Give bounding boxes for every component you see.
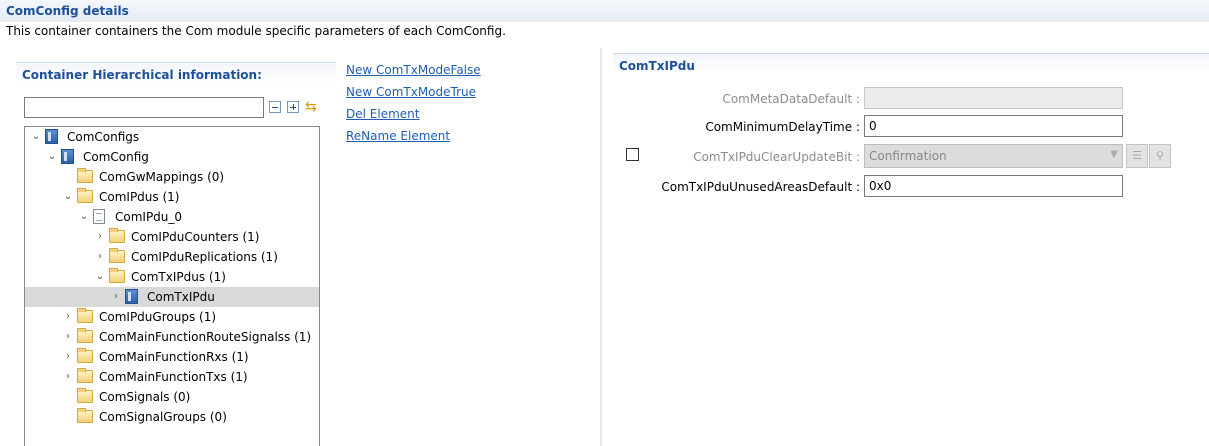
clear-update-bit-select: Confirmation ▼ [864, 144, 1123, 168]
container-icon [45, 129, 58, 144]
clear-update-bit-value: Confirmation [869, 149, 947, 163]
container-hierarchy-header: Container Hierarchical information: [16, 62, 336, 83]
link-with-editor-icon[interactable]: ⇆ [305, 99, 321, 115]
minimum-delay-time-label: ComMinimumDelayTime : [705, 120, 860, 134]
unused-areas-default-label: ComTxIPduUnusedAreasDefault : [661, 180, 860, 194]
chevron-down-icon[interactable]: ⌄ [79, 210, 89, 224]
folder-icon [77, 308, 93, 323]
tree-item[interactable]: › ComMainFunctionTxs (1) [25, 367, 319, 387]
folder-icon [109, 248, 125, 263]
tree-item[interactable]: › ComIPduCounters (1) [25, 227, 319, 247]
container-hierarchy-title: Container Hierarchical information: [22, 68, 262, 82]
tree-item-label: ComGwMappings (0) [99, 170, 225, 184]
tree-item-label: ComIPduGroups (1) [99, 310, 217, 324]
tree-item-label: ComTxIPdus (1) [131, 270, 226, 284]
chevron-right-icon[interactable]: › [95, 230, 105, 244]
tree-item-label: ComMainFunctionRouteSignalss (1) [99, 330, 312, 344]
reference-icon: ⚲ [1149, 144, 1171, 168]
panel-divider[interactable] [600, 48, 602, 446]
clear-update-bit-label: ComTxIPduClearUpdateBit : [693, 150, 860, 164]
tree-item-label: ComIPduReplications (1) [131, 250, 278, 264]
clear-update-bit-checkbox[interactable] [626, 148, 639, 161]
chevron-down-icon[interactable]: ⌄ [95, 270, 105, 284]
unused-areas-default-input[interactable]: 0x0 [864, 175, 1123, 197]
folder-icon [77, 408, 93, 423]
folder-icon [77, 328, 93, 343]
tree-item[interactable]: ⌄ ComIPdu_0 [25, 207, 319, 227]
tree-item-label: ComTxIPdu [147, 290, 215, 304]
tree-item-label: ComIPdu_0 [115, 210, 183, 224]
comtxipdu-header: ComTxIPdu [613, 53, 1209, 74]
container-icon [61, 149, 74, 164]
tree-item-label: ComConfig [83, 150, 149, 164]
tree-item-label: ComIPdus (1) [99, 190, 180, 204]
folder-icon [109, 268, 125, 283]
chevron-down-icon[interactable]: ⌄ [31, 130, 41, 144]
comtxipdu-title: ComTxIPdu [619, 59, 695, 73]
tree-item[interactable]: ComSignals (0) [25, 387, 319, 407]
tree-item-label: ComSignals (0) [99, 390, 191, 404]
minimum-delay-time-input[interactable]: 0 [864, 115, 1123, 137]
chevron-right-icon[interactable]: › [63, 310, 73, 324]
folder-icon [77, 168, 93, 183]
tree-item[interactable]: › ComMainFunctionRxs (1) [25, 347, 319, 367]
folder-icon [77, 368, 93, 383]
tree-item[interactable]: ⌄ ComConfig [25, 147, 319, 167]
tree-item[interactable]: ⌄ ComIPdus (1) [25, 187, 319, 207]
rename-element-link[interactable]: ReName Element [346, 129, 450, 143]
list-icon: ☰ [1126, 144, 1148, 168]
tree-item[interactable]: ComSignalGroups (0) [25, 407, 319, 427]
chevron-right-icon[interactable]: › [63, 330, 73, 344]
collapse-all-icon[interactable] [269, 101, 281, 113]
details-description: This container containers the Com module… [6, 24, 506, 38]
document-icon [93, 209, 105, 224]
container-icon [125, 289, 138, 304]
tree-item[interactable]: › ComTxIPdu [25, 287, 319, 307]
tree-item-label: ComMainFunctionRxs (1) [99, 350, 249, 364]
chevron-down-icon: ▼ [1110, 149, 1118, 160]
chevron-right-icon[interactable]: › [63, 370, 73, 384]
tree-item-label: ComSignalGroups (0) [99, 410, 227, 424]
details-title: ComConfig details [6, 4, 129, 18]
chevron-right-icon[interactable]: › [111, 290, 121, 304]
tree-item-label: ComMainFunctionTxs (1) [99, 370, 248, 384]
folder-icon [77, 188, 93, 203]
folder-icon [77, 388, 93, 403]
container-tree[interactable]: ⌄ ComConfigs ⌄ ComConfig ComGwMappings (0) ⌄ C… [24, 126, 320, 446]
tree-item-label: ComIPduCounters (1) [131, 230, 260, 244]
chevron-right-icon[interactable]: › [63, 350, 73, 364]
meta-data-default-field [864, 87, 1123, 109]
tree-item[interactable]: › ComIPduGroups (1) [25, 307, 319, 327]
tree-item-label: ComConfigs [67, 130, 140, 144]
chevron-down-icon[interactable]: ⌄ [47, 150, 57, 164]
tree-item[interactable]: ⌄ ComTxIPdus (1) [25, 267, 319, 287]
folder-icon [77, 348, 93, 363]
meta-data-default-label: ComMetaDataDefault : [722, 92, 860, 106]
chevron-down-icon[interactable]: ⌄ [63, 190, 73, 204]
tree-item[interactable]: ComGwMappings (0) [25, 167, 319, 187]
folder-icon [109, 228, 125, 243]
tree-item[interactable]: › ComIPduReplications (1) [25, 247, 319, 267]
new-comtxmodefalse-link[interactable]: New ComTxModeFalse [346, 63, 481, 77]
tree-item[interactable]: ⌄ ComConfigs [25, 127, 319, 147]
new-comtxmodetrue-link[interactable]: New ComTxModeTrue [346, 85, 476, 99]
tree-filter-input[interactable] [24, 97, 264, 118]
delete-element-link[interactable]: Del Element [346, 107, 419, 121]
expand-all-icon[interactable] [287, 101, 299, 113]
details-header: ComConfig details [0, 0, 1209, 22]
tree-item[interactable]: › ComMainFunctionRouteSignalss (1) [25, 327, 319, 347]
chevron-right-icon[interactable]: › [95, 250, 105, 264]
